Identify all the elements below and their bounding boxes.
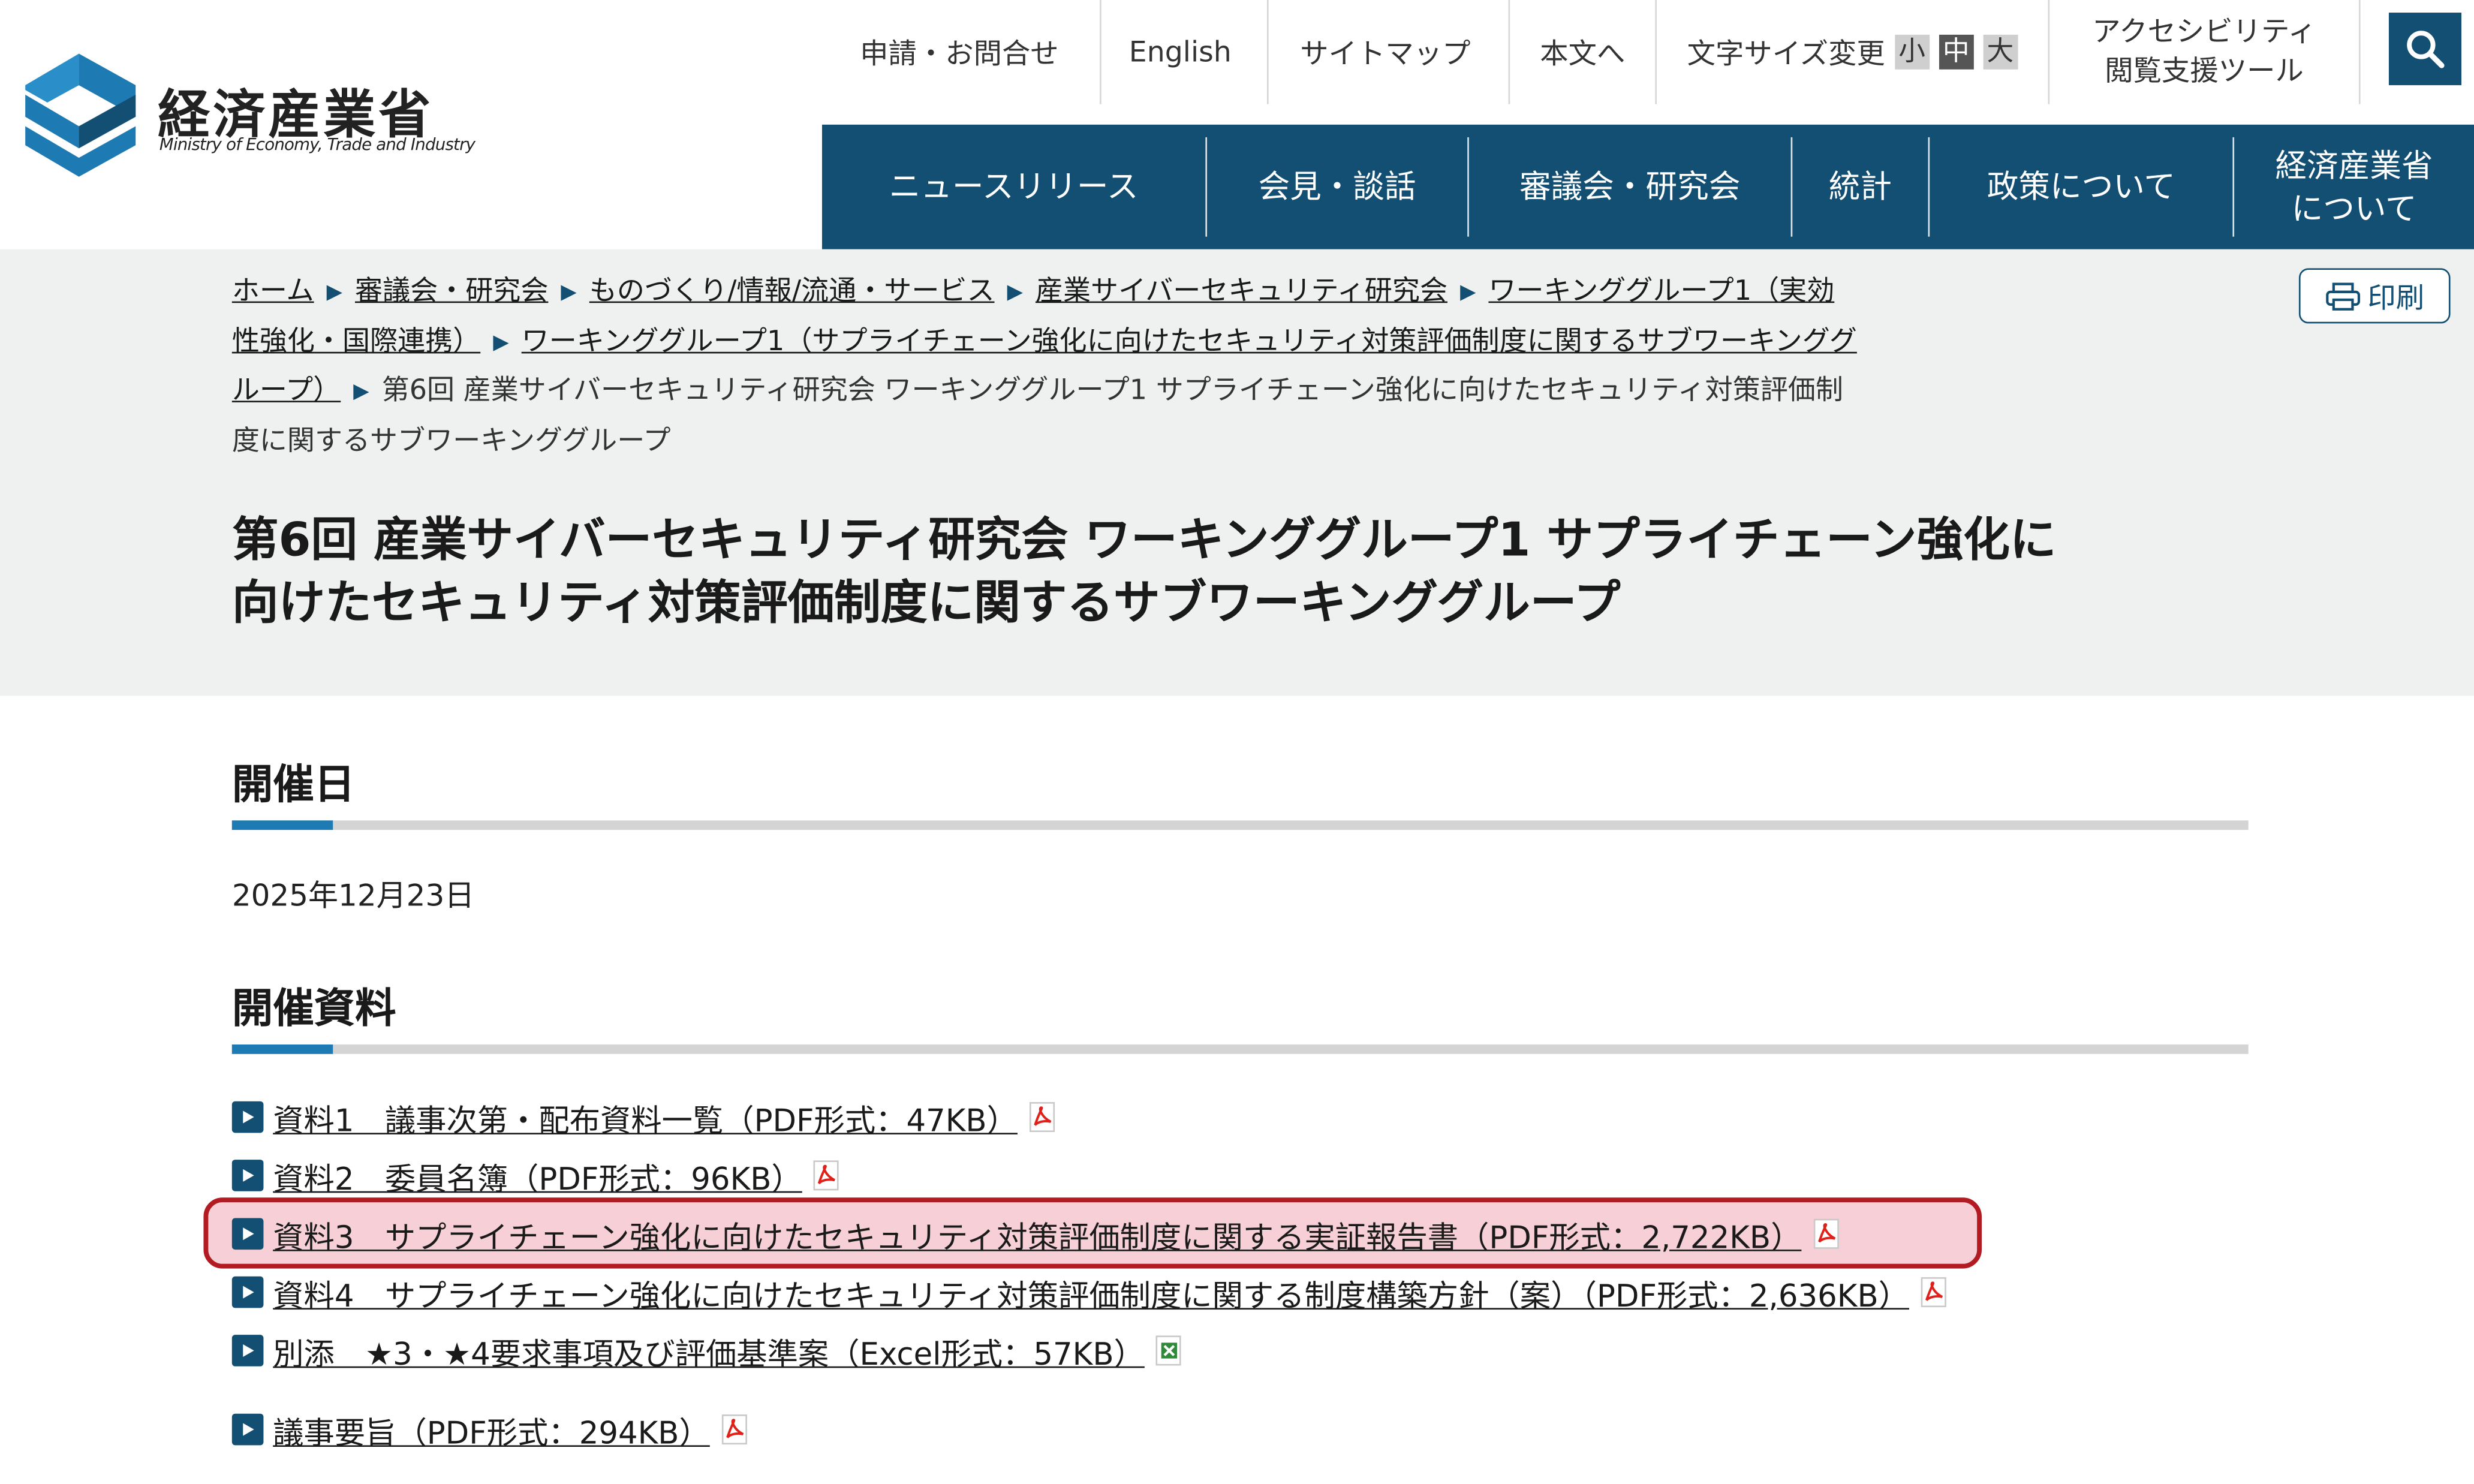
print-label: 印刷 <box>2367 281 2425 315</box>
search-button[interactable] <box>2388 13 2461 86</box>
nav-item-press-conference[interactable]: 会見・談話 <box>1207 125 1467 249</box>
sitemap-link[interactable]: サイトマップ <box>1272 0 1499 104</box>
breadcrumb-separator-icon: ▶ <box>493 330 509 354</box>
pdf-icon <box>1921 1277 1946 1308</box>
breadcrumb-manufacturing[interactable]: ものづくり/情報/流通・サービス <box>589 276 995 308</box>
link-arrow-icon <box>231 1276 264 1308</box>
materials-heading: 開催資料 <box>231 986 396 1034</box>
breadcrumb-separator-icon: ▶ <box>561 281 577 305</box>
font-size-medium-button[interactable]: 中 <box>1939 34 1974 70</box>
breadcrumb-separator-icon: ▶ <box>1007 281 1023 305</box>
accessibility-line2: 閲覧支援ツール <box>2105 55 2304 89</box>
breadcrumb-current: 第6回 産業サイバーセキュリティ研究会 ワーキンググループ1 サプライチェーン強… <box>231 375 1843 457</box>
link-arrow-icon <box>231 1335 264 1366</box>
pdf-icon <box>814 1160 839 1191</box>
breadcrumb-cyber-security-council[interactable]: 産業サイバーセキュリティ研究会 <box>1036 276 1447 308</box>
link-arrow-icon <box>231 1218 264 1250</box>
heading-rule <box>231 820 2249 830</box>
print-button[interactable]: 印刷 <box>2298 268 2451 324</box>
nav-item-councils[interactable]: 審議会・研究会 <box>1469 125 1791 249</box>
contact-link[interactable]: 申請・お問合せ <box>833 0 1085 104</box>
excel-icon <box>1156 1335 1182 1366</box>
utility-divider <box>2358 0 2361 104</box>
pdf-icon <box>1813 1218 1839 1249</box>
list-item: 資料3 サプライチェーン強化に向けたセキュリティ対策評価制度に関する実証報告書（… <box>231 1210 1843 1257</box>
link-arrow-icon <box>231 1101 264 1133</box>
heading-rule <box>231 1044 2249 1054</box>
search-icon <box>2407 31 2445 68</box>
list-item: 資料4 サプライチェーン強化に向けたセキュリティ対策評価制度に関する制度構築方針… <box>231 1269 1951 1316</box>
accessibility-line1: アクセシビリティ <box>2092 16 2316 49</box>
accessibility-tool-link[interactable]: アクセシビリティ 閲覧支援ツール <box>2051 0 2357 104</box>
english-link[interactable]: English <box>1104 0 1256 104</box>
logo-subtitle: Ministry of Economy, Trade and Industry <box>159 136 475 155</box>
document-link-attachment[interactable]: 別添 ★3・★4要求事項及び評価基準案（Excel形式：57KB） <box>273 1328 1145 1373</box>
utility-divider <box>1508 0 1510 104</box>
printer-icon <box>2325 282 2359 310</box>
breadcrumb-separator-icon: ▶ <box>1460 281 1476 305</box>
font-size-label: 文字サイズ変更 <box>1687 38 1885 71</box>
meeting-date: 2025年12月23日 <box>231 878 475 914</box>
minutes-summary-link[interactable]: 議事要旨（PDF形式：294KB） <box>273 1407 710 1452</box>
list-item: 資料1 議事次第・配布資料一覧（PDF形式：47KB） <box>231 1094 1059 1141</box>
breadcrumb-separator-icon: ▶ <box>353 380 369 404</box>
breadcrumb-councils[interactable]: 審議会・研究会 <box>355 276 548 308</box>
list-item: 議事要旨（PDF形式：294KB） <box>231 1406 751 1453</box>
global-nav: ニュースリリース 会見・談話 審議会・研究会 統計 政策について 経済産業省 に… <box>821 124 2474 249</box>
breadcrumb-home[interactable]: ホーム <box>232 276 314 308</box>
skip-to-content-link[interactable]: 本文へ <box>1512 0 1654 104</box>
list-item: 資料2 委員名簿（PDF形式：96KB） <box>231 1152 843 1199</box>
nav-about-line1: 経済産業省 <box>2275 146 2433 184</box>
utility-divider <box>1100 0 1101 104</box>
document-link-2[interactable]: 資料2 委員名簿（PDF形式：96KB） <box>273 1152 802 1198</box>
nav-item-policy[interactable]: 政策について <box>1930 125 2232 249</box>
document-link-3[interactable]: 資料3 サプライチェーン強化に向けたセキュリティ対策評価制度に関する実証報告書（… <box>273 1211 1801 1257</box>
font-size-small-button[interactable]: 小 <box>1894 34 1930 70</box>
page-title: 第6回 産業サイバーセキュリティ研究会 ワーキンググループ1 サプライチェーン強… <box>232 508 2283 634</box>
document-link-1[interactable]: 資料1 議事次第・配布資料一覧（PDF形式：47KB） <box>273 1094 1018 1140</box>
list-item: 別添 ★3・★4要求事項及び評価基準案（Excel形式：57KB） <box>231 1327 1185 1374</box>
breadcrumb-separator-icon: ▶ <box>326 281 342 305</box>
utility-divider <box>1267 0 1269 104</box>
font-size-control: 文字サイズ変更 小 中 大 <box>1660 0 2045 104</box>
pdf-icon <box>1029 1102 1055 1133</box>
nav-item-statistics[interactable]: 統計 <box>1792 125 1928 249</box>
page-title-line1: 第6回 産業サイバーセキュリティ研究会 ワーキンググループ1 サプライチェーン強… <box>231 513 2057 567</box>
link-arrow-icon <box>231 1160 264 1191</box>
link-arrow-icon <box>231 1413 264 1446</box>
meti-logo-icon[interactable] <box>25 53 136 180</box>
document-link-4[interactable]: 資料4 サプライチェーン強化に向けたセキュリティ対策評価制度に関する制度構築方針… <box>273 1269 1909 1315</box>
utility-divider <box>2048 0 2050 104</box>
nav-item-about-meti[interactable]: 経済産業省 について <box>2234 125 2474 249</box>
breadcrumb: ホーム ▶ 審議会・研究会 ▶ ものづくり/情報/流通・サービス ▶ 産業サイバーセキュリテ… <box>232 268 1857 465</box>
nav-item-news-release[interactable]: ニュースリリース <box>822 125 1205 249</box>
date-heading: 開催日 <box>231 761 356 809</box>
pdf-icon <box>721 1414 747 1445</box>
utility-divider <box>1655 0 1657 104</box>
font-size-large-button[interactable]: 大 <box>1982 34 2018 70</box>
nav-about-line2: について <box>2291 188 2417 227</box>
page-title-line2: 向けたセキュリティ対策評価制度に関するサブワーキンググループ <box>231 576 1621 630</box>
